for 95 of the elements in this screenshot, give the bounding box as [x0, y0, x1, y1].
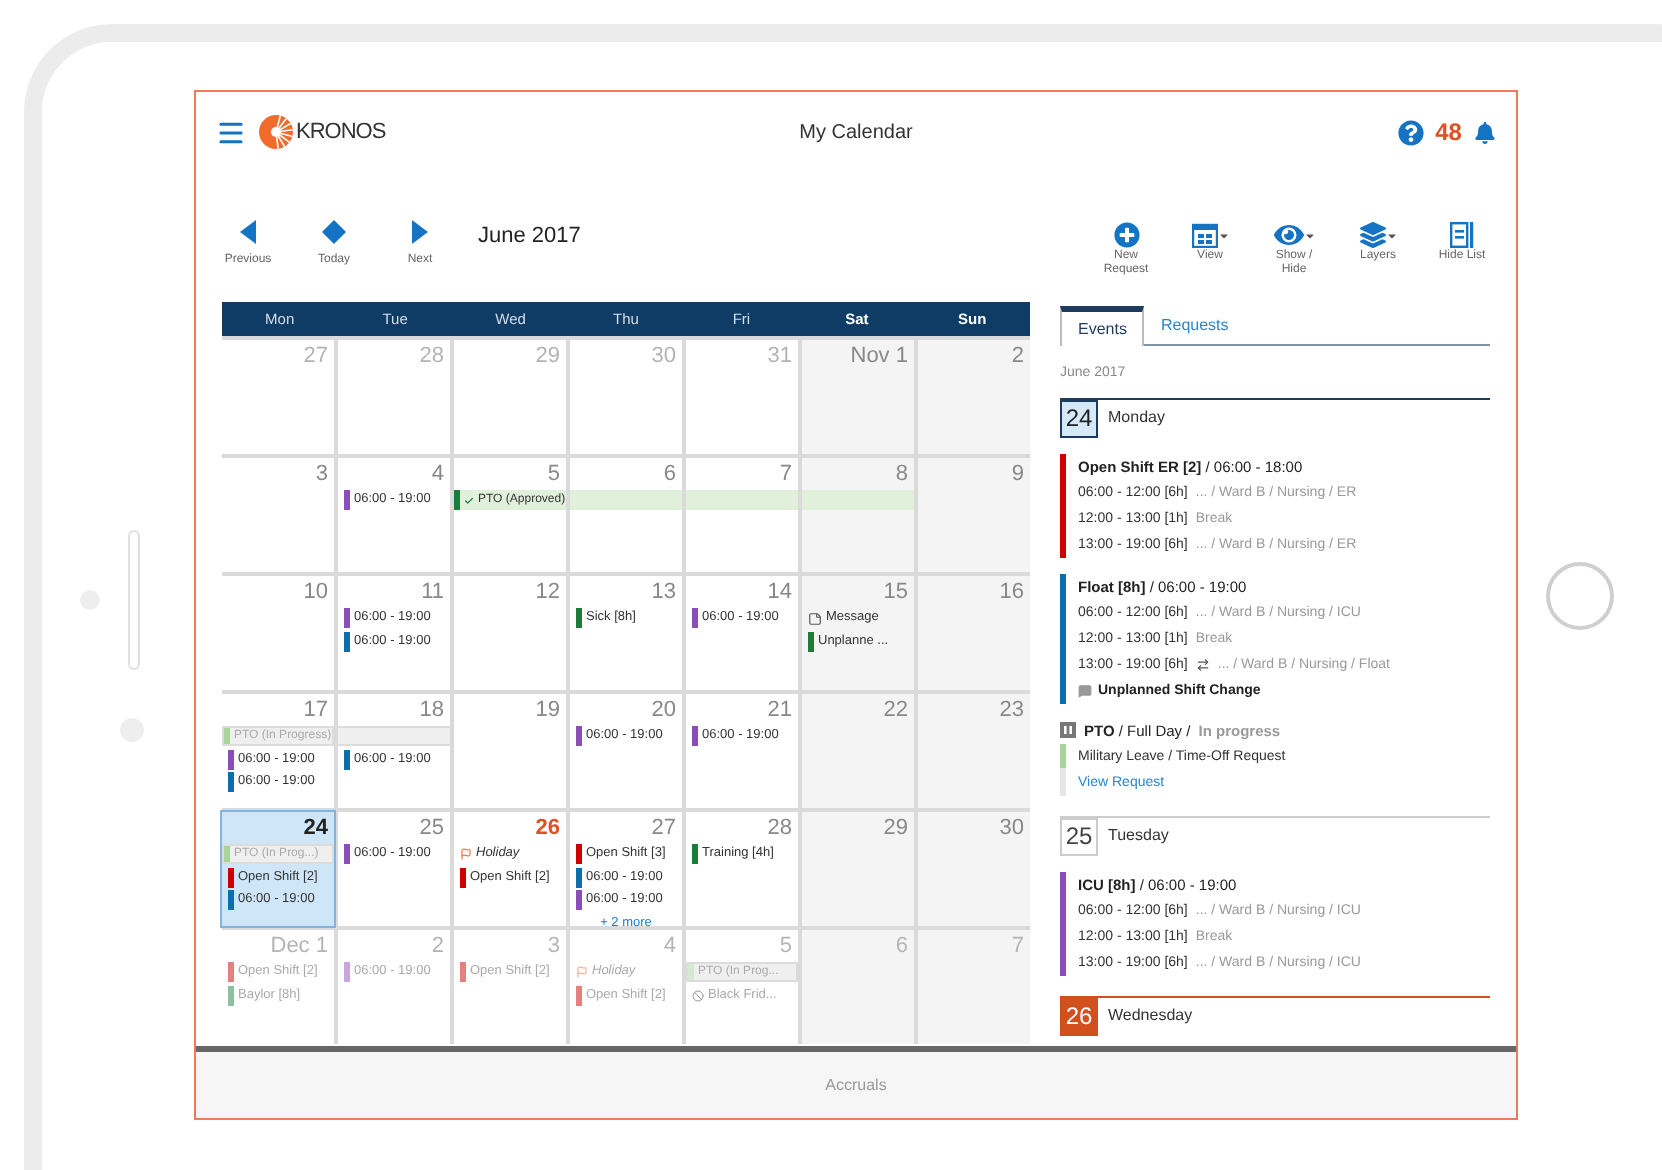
- day-number: 26: [535, 814, 560, 842]
- layers-icon: [1359, 222, 1385, 248]
- calendar-day-cell[interactable]: Nov 1: [802, 340, 914, 454]
- flag-icon: [576, 966, 588, 978]
- day-number: 30: [651, 342, 676, 370]
- calendar-day-cell[interactable]: 8: [802, 458, 914, 572]
- calendar-day-cell[interactable]: 16: [918, 576, 1030, 690]
- panel-tab[interactable]: Requests: [1144, 306, 1245, 344]
- date-box: 26: [1060, 997, 1098, 1035]
- day-number: 15: [883, 578, 908, 606]
- date-box: 24: [1060, 399, 1098, 437]
- day-number: 18: [419, 696, 444, 724]
- calendar-day-cell[interactable]: 22: [802, 694, 914, 808]
- day-number: 11: [421, 578, 444, 606]
- day-number: Dec 1: [270, 932, 328, 960]
- month-label: June 2017: [478, 222, 581, 252]
- day-number: 16: [999, 578, 1024, 606]
- day-number: 5: [779, 932, 792, 960]
- day-number: 2: [431, 932, 444, 960]
- notification-count[interactable]: 48: [1435, 114, 1462, 150]
- pause-icon: [1060, 722, 1076, 738]
- weekday-label: Monday: [1108, 406, 1165, 430]
- day-number: 12: [535, 578, 560, 606]
- calendar-day-cell[interactable]: 2: [918, 340, 1030, 454]
- help-icon[interactable]: [1397, 119, 1424, 145]
- list-panel-icon: [1450, 222, 1474, 248]
- speaker-slot: [128, 530, 140, 670]
- day-number: 17: [303, 696, 328, 724]
- day-number: Nov 1: [850, 342, 908, 370]
- day-number: 29: [883, 814, 908, 842]
- time-off-event-continuation[interactable]: [686, 490, 798, 510]
- calendar-day-cell[interactable]: 10: [222, 576, 334, 690]
- day-number: 23: [999, 696, 1024, 724]
- calendar-day-cell[interactable]: 30: [918, 812, 1030, 926]
- flag-icon: [460, 848, 472, 860]
- weekday-label: Wednesday: [1108, 1004, 1193, 1028]
- day-number: 14: [767, 578, 792, 606]
- day-number: 8: [895, 460, 908, 488]
- calendar-day-cell[interactable]: 7: [686, 458, 798, 572]
- next-arrow-icon: [412, 220, 428, 244]
- day-number: 25: [419, 814, 444, 842]
- calendar-day-cell[interactable]: 29: [802, 812, 914, 926]
- logo-text: KRONOS: [296, 117, 386, 148]
- day-number: 29: [535, 342, 560, 370]
- caret-icon: [1303, 229, 1315, 241]
- day-number: 3: [315, 460, 328, 488]
- caret-icon: [1217, 229, 1229, 241]
- day-number: 9: [1011, 460, 1024, 488]
- day-number: 6: [663, 460, 676, 488]
- day-number: 10: [303, 578, 328, 606]
- comment-icon: [1078, 683, 1092, 697]
- day-number: 20: [651, 696, 676, 724]
- day-number: 19: [535, 696, 560, 724]
- day-number: 4: [663, 932, 676, 960]
- calendar-day-cell[interactable]: 19: [454, 694, 566, 808]
- caret-icon: [1385, 229, 1397, 241]
- day-number: 7: [1011, 932, 1024, 960]
- logo-icon: [258, 114, 294, 150]
- day-number: 24: [303, 814, 328, 842]
- day-number: 31: [767, 342, 792, 370]
- day-number: 6: [895, 932, 908, 960]
- day-number: 4: [431, 460, 444, 488]
- day-number: 22: [883, 696, 908, 724]
- day-number: 5: [547, 460, 560, 488]
- calendar-day-cell[interactable]: 3: [222, 458, 334, 572]
- calendar-grid-icon: [1191, 222, 1217, 248]
- day-number: 2: [1011, 342, 1024, 370]
- day-number: 30: [999, 814, 1024, 842]
- calendar-day-cell[interactable]: 6: [570, 458, 682, 572]
- time-off-event-continuation[interactable]: [802, 490, 914, 510]
- day-number: 28: [767, 814, 792, 842]
- diamond-icon: [322, 220, 346, 244]
- page-title: My Calendar: [797, 119, 915, 147]
- eye-icon: [1273, 220, 1303, 250]
- day-number: 21: [767, 696, 792, 724]
- notification-bell-icon[interactable]: [1473, 121, 1496, 143]
- no-entry-icon: [692, 989, 704, 1001]
- time-off-event-continuation[interactable]: [338, 726, 450, 746]
- check-icon: [464, 495, 474, 505]
- calendar-day-cell[interactable]: 9: [918, 458, 1030, 572]
- calendar-day-cell[interactable]: 12: [454, 576, 566, 690]
- day-number: 7: [779, 460, 792, 488]
- previous-arrow-icon: [240, 220, 256, 244]
- day-number: 27: [303, 342, 328, 370]
- day-number: 27: [651, 814, 676, 842]
- weekday-label: Tuesday: [1108, 824, 1169, 848]
- panel-tab[interactable]: Events: [1060, 306, 1145, 346]
- menu-icon[interactable]: [216, 117, 246, 147]
- day-number: 13: [651, 578, 676, 606]
- calendar-day-cell[interactable]: 23: [918, 694, 1030, 808]
- note-icon: [808, 611, 822, 625]
- time-off-event-continuation[interactable]: [570, 490, 682, 510]
- day-number: 3: [547, 932, 560, 960]
- date-box: 25: [1060, 817, 1098, 855]
- day-number: 28: [419, 342, 444, 370]
